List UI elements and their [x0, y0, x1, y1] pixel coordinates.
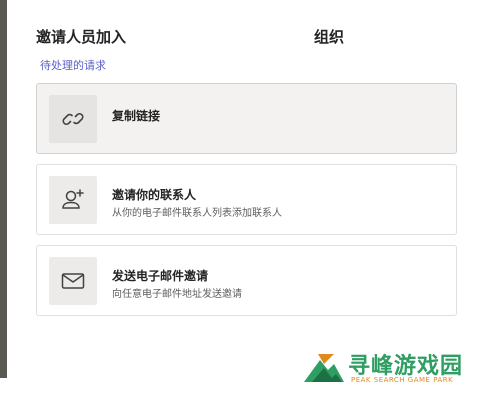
email-invite-description: 向任意电子邮件地址发送邀请 [112, 289, 242, 300]
invite-contacts-description: 从你的电子邮件联系人列表添加联系人 [112, 208, 282, 219]
invite-contacts-option[interactable]: 邀请你的联系人 从你的电子邮件联系人列表添加联系人 [36, 164, 457, 235]
mail-icon [61, 273, 85, 289]
link-icon [62, 113, 84, 125]
redacted-organization-name [144, 30, 314, 48]
dialog-title: 邀请人员加入 [36, 28, 127, 46]
dialog-title-suffix: 组织 [314, 28, 345, 46]
watermark-subtitle: PEAK SEARCH GAME PARK [351, 376, 454, 384]
watermark: 寻峰游戏园 PEAK SEARCH GAME PARK [302, 348, 492, 388]
invite-contacts-icon-tile [49, 176, 97, 224]
copy-link-label: 复制链接 [112, 109, 161, 123]
pending-requests-link[interactable]: 待处理的请求 [40, 57, 106, 73]
email-invite-icon-tile [49, 257, 97, 305]
dialog-header: 邀请人员加入 组织 [36, 26, 456, 50]
copy-link-option[interactable]: 复制链接 [36, 83, 457, 154]
invite-contacts-label: 邀请你的联系人 [112, 188, 197, 202]
add-person-icon [62, 189, 84, 209]
email-invite-label: 发送电子邮件邀请 [112, 269, 209, 283]
mountain-logo-icon [304, 354, 344, 382]
left-edge-bar [0, 0, 7, 378]
copy-link-icon-tile [49, 95, 97, 143]
email-invite-option[interactable]: 发送电子邮件邀请 向任意电子邮件地址发送邀请 [36, 245, 457, 316]
